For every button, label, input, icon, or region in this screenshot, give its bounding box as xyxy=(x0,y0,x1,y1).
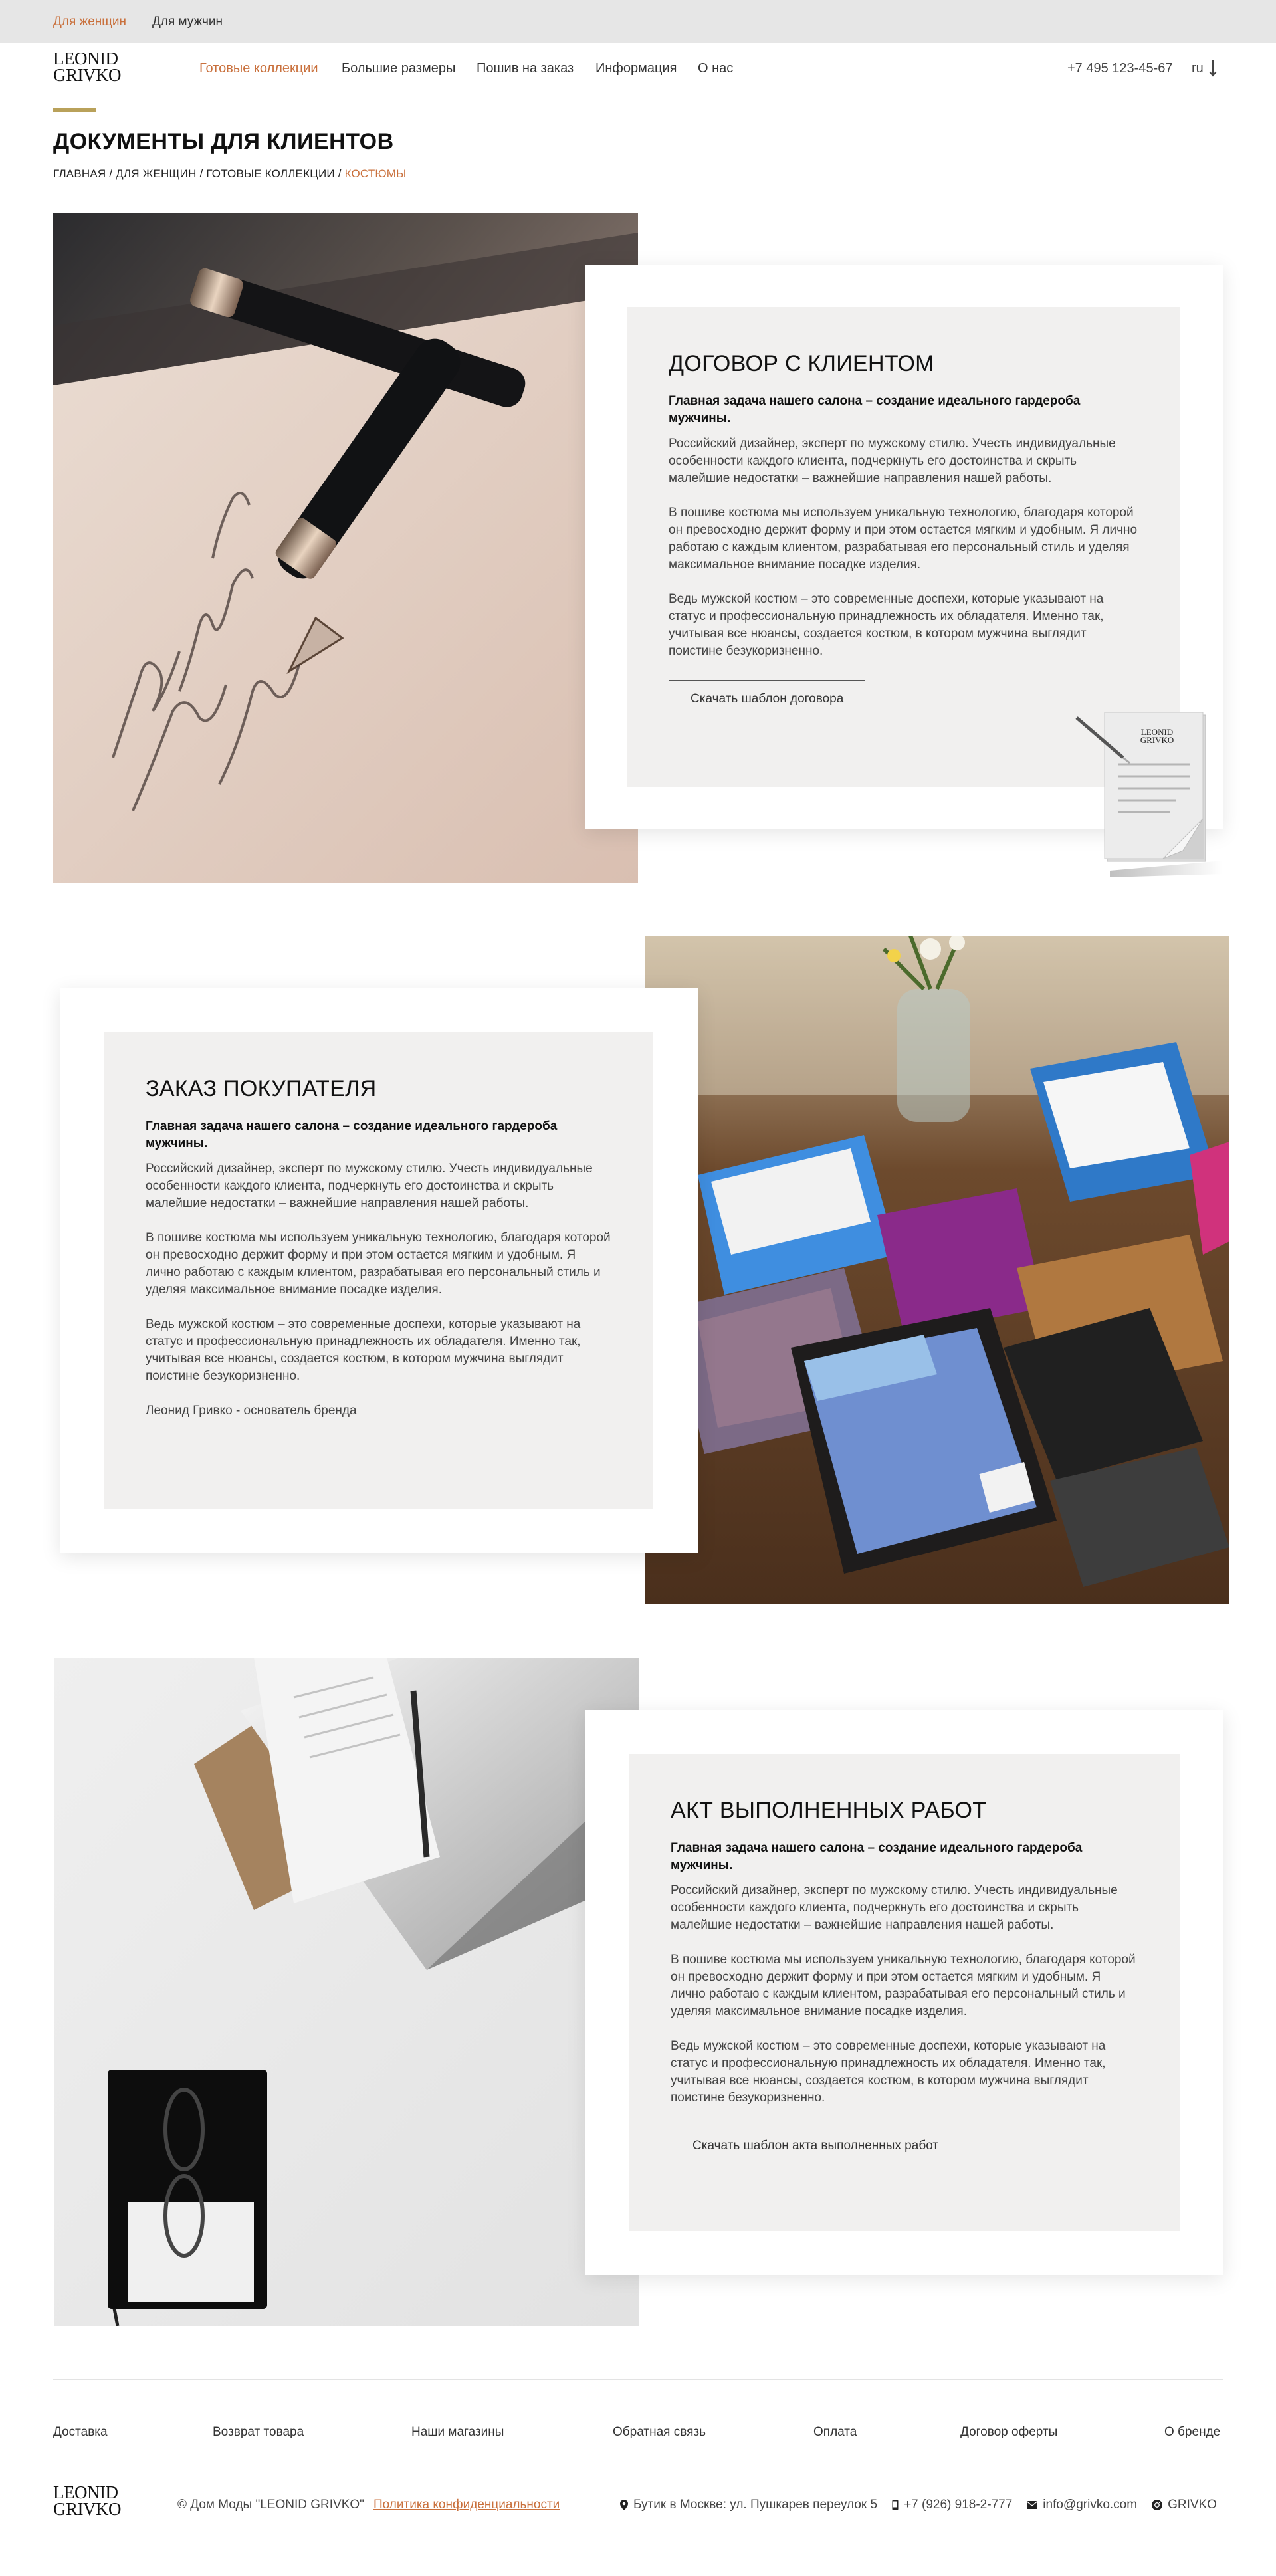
card-order-inner: ЗАКАЗ ПОКУПАТЕЛЯ Главная задача нашего с… xyxy=(104,1032,653,1509)
nav-item-tailoring[interactable]: Пошив на заказ xyxy=(477,61,574,76)
nav-item-plus-sizes[interactable]: Большие размеры xyxy=(342,61,455,76)
download-contract-button[interactable]: Скачать шаблон договора xyxy=(669,680,866,718)
section-paragraph-2: В пошиве костюма мы используем уникальну… xyxy=(669,506,1138,572)
download-act-button[interactable]: Скачать шаблон акта выполненных работ xyxy=(671,2127,961,2165)
envelope-icon xyxy=(1027,2501,1038,2509)
footer-email-text: info@grivko.com xyxy=(1043,2498,1138,2512)
section-paragraph-1: Российский дизайнер, эксперт по мужскому… xyxy=(669,437,1116,485)
footer-address-text: Бутик в Москве: ул. Пушкарев переулок 5 xyxy=(633,2498,878,2512)
footer-link-returns[interactable]: Возврат товара xyxy=(213,2425,304,2440)
section-lead: Главная задача нашего салона – создание … xyxy=(671,1841,1083,1872)
document-illustration: LEONID GRIVKO xyxy=(1070,704,1223,877)
card-act-inner: АКТ ВЫПОЛНЕННЫХ РАБОТ Главная задача наш… xyxy=(629,1754,1180,2231)
header-logo[interactable]: LEONID GRIVKO xyxy=(53,50,122,85)
topbar-link-men[interactable]: Для мужчин xyxy=(152,15,223,29)
nav-item-information[interactable]: Информация xyxy=(595,61,677,76)
footer-link-brand[interactable]: О бренде xyxy=(1164,2425,1220,2440)
section-paragraph-2: В пошиве костюма мы используем уникальну… xyxy=(671,1953,1136,2018)
arrow-down-icon xyxy=(1209,60,1217,77)
instagram-icon xyxy=(1152,2500,1163,2510)
footer-logo[interactable]: LEONID GRIVKO xyxy=(53,2484,122,2519)
language-label: ru xyxy=(1192,60,1204,76)
title-accent-line xyxy=(53,108,96,112)
logo-line-2: GRIVKO xyxy=(53,2499,122,2519)
section-title-contract: ДОГОВОР С КЛИЕНТОМ xyxy=(669,351,934,376)
footer-link-payment[interactable]: Оплата xyxy=(813,2425,857,2440)
language-switcher[interactable]: ru xyxy=(1192,60,1217,77)
breadcrumb-path[interactable]: ГЛАВНАЯ / ДЛЯ ЖЕНЩИН / ГОТОВЫЕ КОЛЛЕКЦИИ… xyxy=(53,167,345,180)
footer-social[interactable]: GRIVKO xyxy=(1152,2498,1217,2512)
footer-divider xyxy=(53,2379,1223,2380)
footer-email[interactable]: info@grivko.com xyxy=(1027,2498,1137,2512)
photo-fabric-swatches xyxy=(645,936,1229,1604)
section-paragraph-2: В пошиве костюма мы используем уникальну… xyxy=(146,1231,611,1297)
map-pin-icon xyxy=(620,2500,628,2510)
copyright: © Дом Моды "LEONID GRIVKO" xyxy=(177,2498,364,2512)
topbar-link-women[interactable]: Для женщин xyxy=(53,15,126,29)
logo-line-2: GRIVKO xyxy=(53,65,122,85)
footer-contacts: Бутик в Москве: ул. Пушкарев переулок 5 … xyxy=(620,2498,1217,2512)
footer-link-feedback[interactable]: Обратная связь xyxy=(613,2425,706,2440)
nav-item-collections[interactable]: Готовые коллекции xyxy=(199,61,318,76)
breadcrumb-current: КОСТЮМЫ xyxy=(344,167,407,180)
top-bar: Для женщин Для мужчин xyxy=(0,0,1276,43)
card-order: ЗАКАЗ ПОКУПАТЕЛЯ Главная задача нашего с… xyxy=(60,988,698,1553)
footer-link-delivery[interactable]: Доставка xyxy=(53,2425,108,2440)
header-phone[interactable]: +7 495 123-45-67 xyxy=(1067,61,1172,76)
founder-signature: Леонид Гривко - основатель бренда xyxy=(146,1404,357,1418)
section-lead: Главная задача нашего салона – создание … xyxy=(669,394,1081,425)
mobile-phone-icon xyxy=(892,2500,899,2510)
nav-item-about[interactable]: О нас xyxy=(698,61,733,76)
footer-phone-text: +7 (926) 918-2-777 xyxy=(904,2498,1013,2512)
footer-link-offer[interactable]: Договор оферты xyxy=(960,2425,1057,2440)
document-logo-line-2: GRIVKO xyxy=(1140,735,1174,745)
section-paragraph-3: Ведь мужской костюм – это современные до… xyxy=(669,592,1104,658)
section-paragraph-1: Российский дизайнер, эксперт по мужскому… xyxy=(146,1162,593,1210)
section-title-act: АКТ ВЫПОЛНЕННЫХ РАБОТ xyxy=(671,1798,987,1823)
section-title-order: ЗАКАЗ ПОКУПАТЕЛЯ xyxy=(146,1076,377,1101)
page-title: ДОКУМЕНТЫ ДЛЯ КЛИЕНТОВ xyxy=(53,129,394,154)
section-paragraph-3: Ведь мужской костюм – это современные до… xyxy=(146,1317,581,1383)
breadcrumb: ГЛАВНАЯ / ДЛЯ ЖЕНЩИН / ГОТОВЫЕ КОЛЛЕКЦИИ… xyxy=(53,167,406,181)
card-act: АКТ ВЫПОЛНЕННЫХ РАБОТ Главная задача наш… xyxy=(585,1710,1223,2275)
section-paragraph-3: Ведь мужской костюм – это современные до… xyxy=(671,2039,1106,2105)
footer-link-stores[interactable]: Наши магазины xyxy=(411,2425,504,2440)
privacy-policy-link[interactable]: Политика конфиденциальности xyxy=(373,2498,560,2512)
photo-fountain-pen xyxy=(53,213,638,883)
photo-notebook-desk xyxy=(54,1658,639,2326)
footer-phone[interactable]: +7 (926) 918-2-777 xyxy=(892,2498,1012,2512)
section-lead: Главная задача нашего салона – создание … xyxy=(146,1119,558,1150)
section-paragraph-1: Российский дизайнер, эксперт по мужскому… xyxy=(671,1883,1118,1932)
footer-social-text: GRIVKO xyxy=(1168,2498,1217,2512)
footer-address: Бутик в Москве: ул. Пушкарев переулок 5 xyxy=(620,2498,877,2512)
document-logo: LEONID GRIVKO xyxy=(1134,728,1180,744)
